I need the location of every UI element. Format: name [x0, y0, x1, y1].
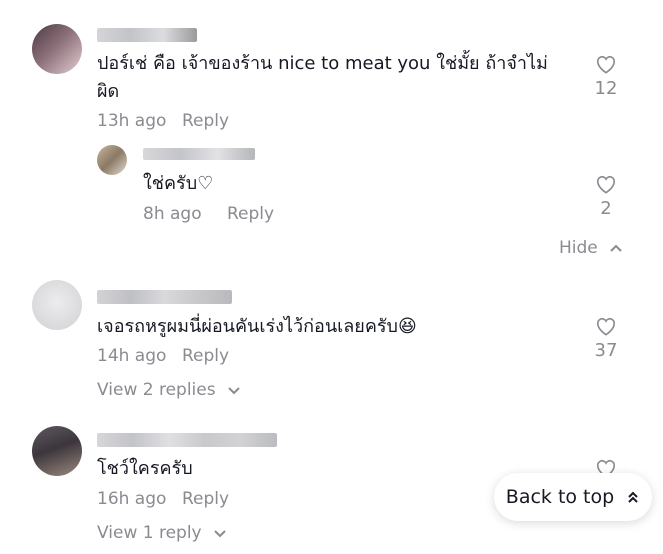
view-replies-label: View 2 replies — [97, 380, 216, 400]
reply-button[interactable]: Reply — [182, 489, 229, 509]
reply-timestamp: 8h ago — [143, 204, 202, 224]
back-to-top-label: Back to top — [505, 486, 615, 508]
reply-button[interactable]: Reply — [182, 111, 229, 131]
chevron-down-icon — [214, 530, 226, 538]
commenter-avatar[interactable] — [32, 426, 82, 476]
hide-label: Hide — [559, 238, 598, 258]
commenter-name-blurred[interactable] — [97, 290, 232, 304]
heart-outline-icon — [596, 317, 616, 336]
like-count: 37 — [594, 340, 618, 361]
replier-name-blurred[interactable] — [143, 148, 255, 160]
hide-replies-button[interactable]: Hide — [559, 238, 623, 258]
comment-text: เจอรถหรูผมนี่ผ่อนคันเร่งไว้ก่อนเลยครับ😆 — [97, 316, 417, 337]
comment-timestamp: 16h ago — [97, 489, 167, 509]
reply-button[interactable]: Reply — [182, 346, 229, 366]
comment-timestamp: 13h ago — [97, 111, 167, 131]
reply-button[interactable]: Reply — [227, 204, 274, 224]
heart-outline-icon — [596, 175, 616, 194]
like-button[interactable]: 12 — [591, 54, 621, 99]
like-button[interactable]: 37 — [591, 316, 621, 361]
commenter-avatar[interactable] — [32, 24, 82, 74]
view-replies-button[interactable]: View 2 replies — [97, 380, 241, 400]
heart-outline-icon — [596, 55, 616, 74]
like-button[interactable]: 2 — [591, 174, 621, 219]
like-count: 2 — [600, 198, 612, 219]
double-chevron-up-icon — [628, 491, 638, 503]
chevron-up-icon — [610, 244, 622, 252]
comment-text-continued: ผิด — [97, 81, 120, 102]
comment-text: ปอร์เช่ คือ เจ้าของร้าน nice to meat you… — [97, 53, 548, 74]
replier-avatar[interactable] — [97, 145, 127, 175]
like-count: 12 — [594, 78, 618, 99]
chevron-down-icon — [228, 387, 240, 395]
commenter-name-blurred[interactable] — [97, 433, 277, 447]
back-to-top-button[interactable]: Back to top — [494, 473, 652, 521]
comment-timestamp: 14h ago — [97, 346, 167, 366]
comment-text: โชว์ใครครับ — [97, 458, 193, 479]
view-replies-label: View 1 reply — [97, 523, 202, 543]
commenter-name-blurred[interactable] — [97, 28, 197, 42]
commenter-avatar[interactable] — [32, 280, 82, 330]
view-replies-button[interactable]: View 1 reply — [97, 523, 227, 543]
reply-text: ใช่ครับ♡ — [143, 173, 214, 194]
